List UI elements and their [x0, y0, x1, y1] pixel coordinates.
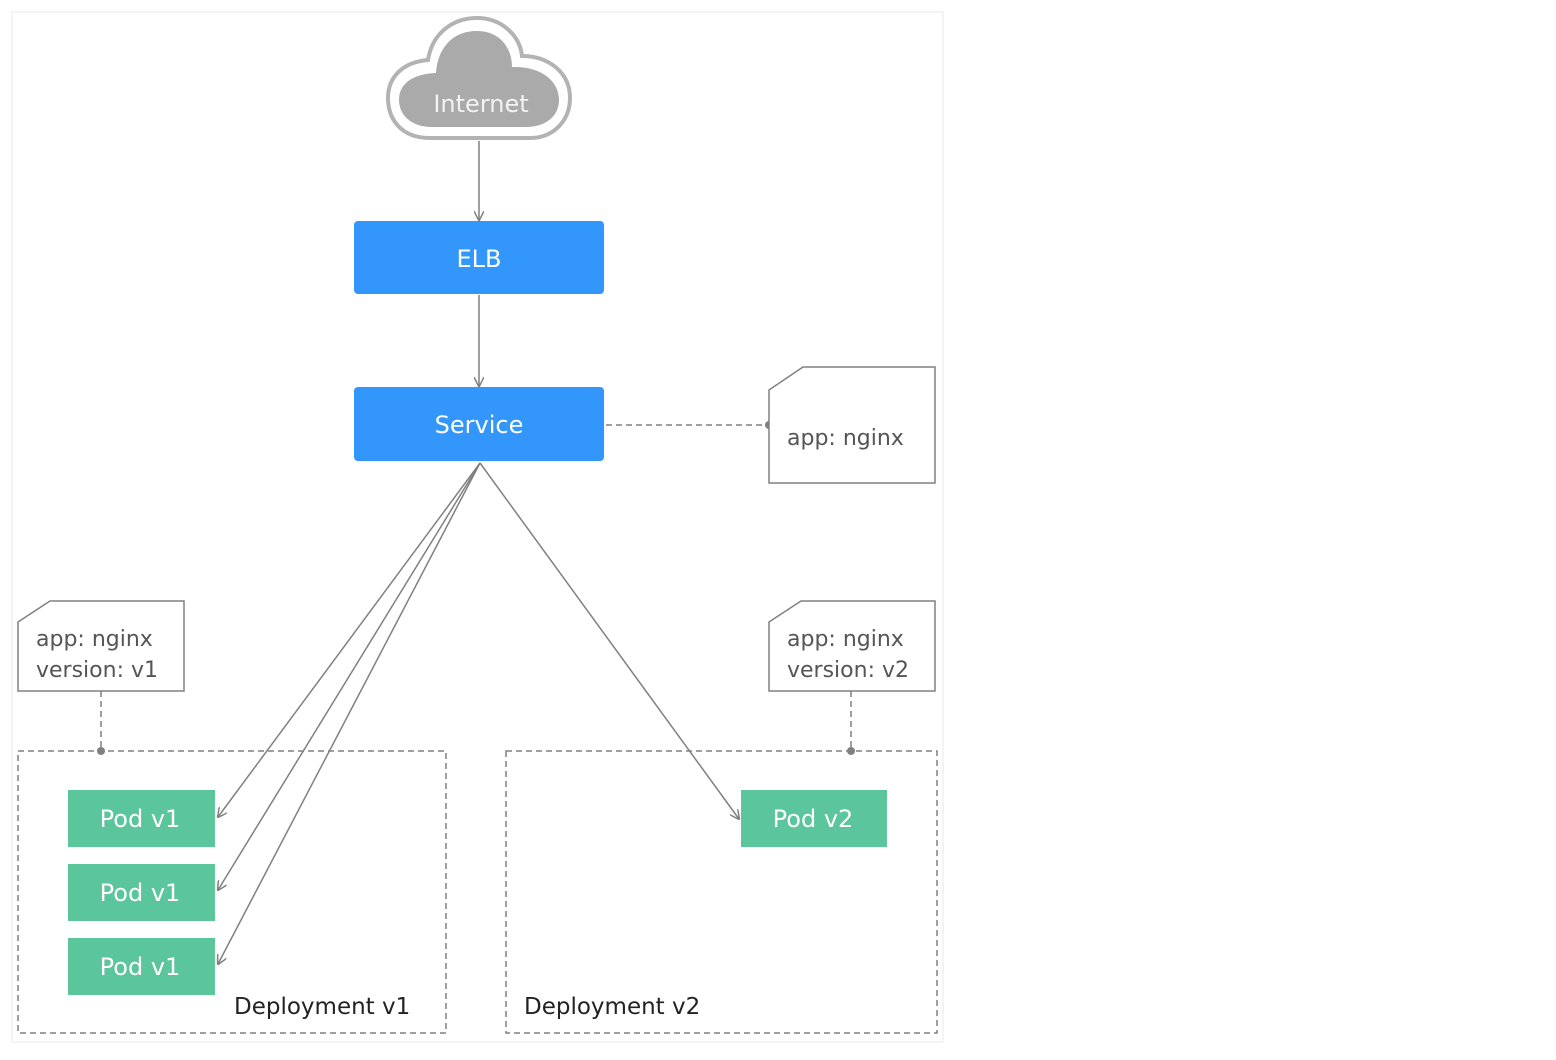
v2-tag-version: version: v2: [787, 658, 909, 683]
pod-label: Pod v1: [100, 879, 181, 907]
service-tag-text: app: nginx: [787, 426, 904, 451]
deployment-v1-label: Deployment v1: [234, 994, 410, 1020]
diagram-canvas: Internet ELB Service app: nginx app: ngi…: [11, 11, 944, 1043]
service-label-tag: [768, 366, 936, 484]
pod-label: Pod v2: [773, 805, 854, 833]
v1-tag-app: app: nginx: [36, 627, 153, 652]
pod-label: Pod v1: [100, 805, 181, 833]
service-label: Service: [435, 411, 524, 439]
pod-label: Pod v1: [100, 953, 181, 981]
v1-tag-version: version: v1: [36, 658, 158, 683]
internet-label: Internet: [433, 90, 528, 118]
deployment-v2-label: Deployment v2: [524, 994, 700, 1020]
v2-tag-app: app: nginx: [787, 627, 904, 652]
elb-label: ELB: [457, 245, 502, 273]
